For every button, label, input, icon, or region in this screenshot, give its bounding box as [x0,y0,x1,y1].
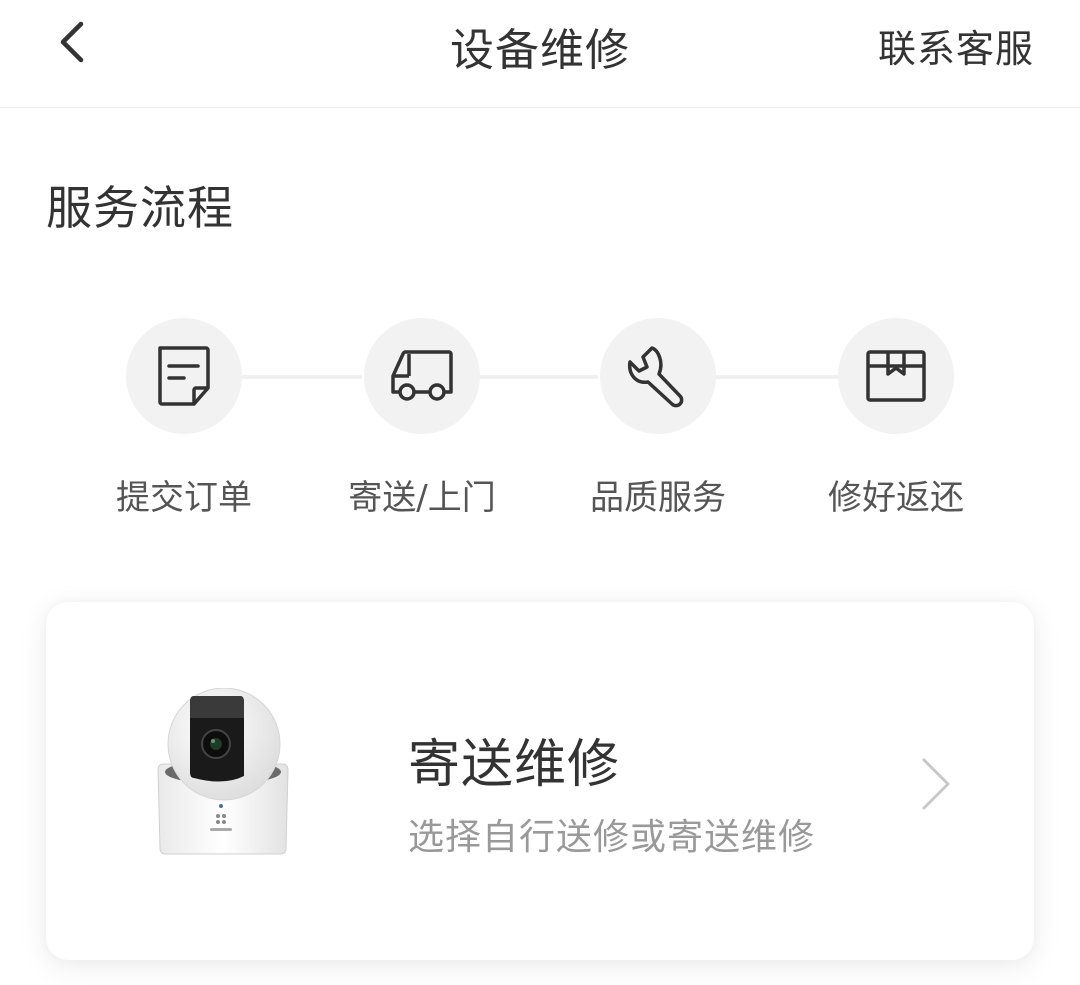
package-icon [866,350,926,402]
step-repaired-return: 修好返还 [796,318,996,519]
truck-icon [391,350,453,401]
step-quality-service: 品质服务 [558,318,758,519]
wrench-icon [627,346,684,408]
section-title: 服务流程 [46,181,234,235]
repair-page: 设备维修 联系客服 服务流程 提交订单 寄送/上门 品质服务 修好返还 寄送维修… [0,0,1080,985]
chevron-right-icon [922,758,950,810]
step-icon-circle [364,318,480,434]
navigation-bar: 设备维修 联系客服 [0,0,1080,108]
contact-service-link[interactable]: 联系客服 [878,18,1034,73]
document-icon [158,346,210,406]
step-icon-circle [126,318,242,434]
service-process-steps: 提交订单 寄送/上门 品质服务 修好返还 [0,318,1080,518]
step-icon-circle [838,318,954,434]
step-icon-circle [600,318,716,434]
step-ship-or-visit: 寄送/上门 [322,318,522,519]
step-label: 寄送/上门 [348,478,496,518]
step-submit-order: 提交订单 [84,318,284,519]
step-label: 品质服务 [590,478,726,518]
mail-in-repair-card[interactable]: 寄送维修 选择自行送修或寄送维修 [46,602,1034,960]
step-label: 提交订单 [116,478,252,518]
card-title: 寄送维修 [408,735,621,795]
security-camera-image [157,688,289,855]
card-subtitle: 选择自行送修或寄送维修 [408,817,816,858]
step-label: 修好返还 [828,478,964,518]
